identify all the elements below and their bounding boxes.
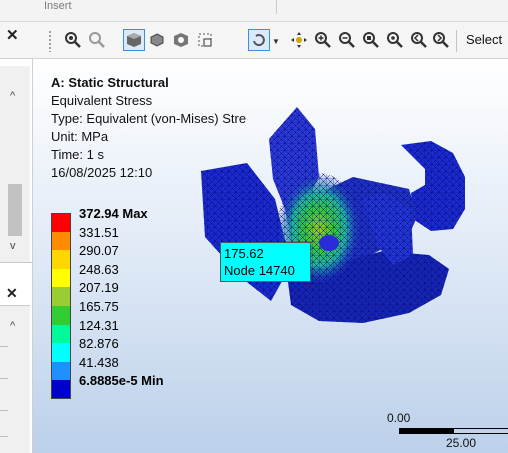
legend-band <box>51 250 71 269</box>
result-time: Time: 1 s <box>51 147 104 162</box>
ribbon-strip: Insert <box>0 0 508 22</box>
legend-value: 207.19 <box>79 280 119 296</box>
zoom-fit-icon[interactable] <box>384 29 406 51</box>
zoom-box-icon[interactable] <box>86 29 108 51</box>
scale-bar-fill <box>400 429 454 433</box>
legend-max: 372.94 Max <box>79 206 148 221</box>
legend-band <box>51 268 71 288</box>
mesh-box-icon[interactable] <box>194 29 216 51</box>
legend-band <box>51 361 71 381</box>
chevron-down-icon[interactable]: ▼ <box>272 37 280 46</box>
legend-min: 6.8885e-5 Min <box>79 373 164 389</box>
details-row-line <box>0 378 8 379</box>
details-scrollbar[interactable]: ^ <box>0 305 30 453</box>
zoom-region-icon[interactable] <box>360 29 382 51</box>
result-name: Equivalent Stress <box>51 93 153 108</box>
rotate-icon[interactable] <box>248 29 270 51</box>
legend-band <box>51 324 71 344</box>
probe-value: 175.62 <box>224 246 264 261</box>
legend-value: 290.07 <box>79 243 119 259</box>
graphics-toolbar: ✕ ▼ Select <box>0 22 508 59</box>
legend-value: 124.31 <box>79 317 119 333</box>
zoom-out-icon[interactable] <box>336 29 358 51</box>
details-row-line <box>0 436 8 437</box>
legend-value: 165.75 <box>79 298 119 314</box>
chevron-up-icon[interactable]: ^ <box>10 320 15 332</box>
toolbar-grip[interactable] <box>48 30 52 52</box>
ribbon-separator <box>276 0 277 14</box>
legend-band <box>51 343 71 362</box>
legend-band <box>51 231 71 251</box>
isometric-view-icon[interactable] <box>123 29 145 51</box>
legend-band <box>51 287 71 306</box>
scale-bar <box>399 428 508 434</box>
legend-band <box>51 380 71 399</box>
legend-band <box>51 213 71 232</box>
analysis-title: A: Static Structural <box>51 75 169 90</box>
result-info: A: Static Structural Equivalent Stress T… <box>51 74 246 182</box>
chevron-up-icon[interactable]: ^ <box>10 90 15 102</box>
outline-scrollbar[interactable]: ^ v <box>0 66 30 262</box>
legend-value: 41.438 <box>79 354 119 370</box>
result-unit: Unit: MPa <box>51 129 109 144</box>
zoom-in-icon[interactable] <box>312 29 334 51</box>
result-timestamp: 16/08/2025 12:10 <box>51 165 153 180</box>
outline-panel-edge: ^ v ✕ ^ <box>0 59 33 453</box>
tab-insert[interactable]: Insert <box>44 0 72 12</box>
close-icon[interactable]: ✕ <box>6 26 19 44</box>
wireframe-icon[interactable] <box>146 29 168 51</box>
details-row-line <box>0 346 8 347</box>
legend-value: 331.51 <box>79 224 119 240</box>
panel-divider <box>0 262 33 263</box>
legend-band <box>51 305 71 325</box>
graphics-viewport[interactable]: A: Static Structural Equivalent Stress T… <box>33 59 508 453</box>
probe-node: Node 14740 <box>224 263 295 278</box>
details-row-line <box>0 410 8 411</box>
toolbar-divider <box>456 30 457 52</box>
select-mode-button[interactable]: Select <box>466 32 502 47</box>
chevron-down-icon[interactable]: v <box>10 240 16 252</box>
legend-value: 82.876 <box>79 336 119 352</box>
zoom-next-icon[interactable] <box>430 29 452 51</box>
legend-color-bar <box>51 213 71 399</box>
scale-mid: 25.00 <box>446 436 477 450</box>
zoom-to-fit-icon[interactable] <box>62 29 84 51</box>
result-type: Type: Equivalent (von-Mises) Stre <box>51 111 247 126</box>
close-icon[interactable]: ✕ <box>6 285 18 302</box>
probe-label[interactable]: 175.62 Node 14740 <box>220 242 311 282</box>
scale-start: 0.00 <box>387 411 411 425</box>
legend-labels: 372.94 Max 331.51 290.07 248.63 207.19 1… <box>79 205 164 391</box>
zoom-previous-icon[interactable] <box>408 29 430 51</box>
pan-icon[interactable] <box>288 29 310 51</box>
legend-value: 248.63 <box>79 261 119 277</box>
model-display-icon[interactable] <box>170 29 192 51</box>
scrollbar-thumb[interactable] <box>8 184 22 236</box>
